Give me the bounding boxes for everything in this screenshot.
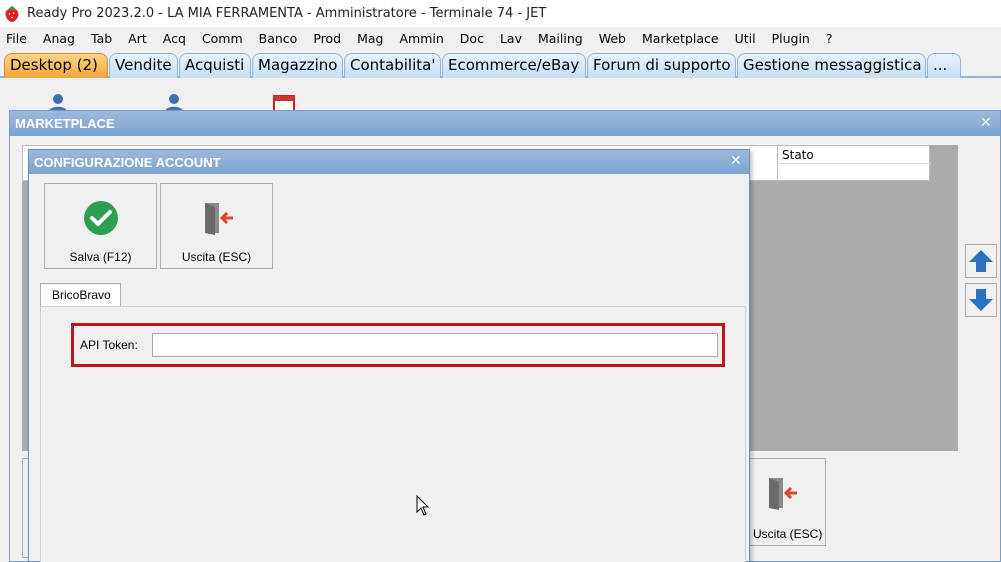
menu-lav[interactable]: Lav	[500, 31, 522, 46]
menu-web[interactable]: Web	[599, 31, 626, 46]
save-button[interactable]: Salva (F12)	[44, 183, 157, 269]
move-down-button[interactable]	[965, 283, 997, 317]
menu-mailing[interactable]: Mailing	[538, 31, 583, 46]
calendar-icon[interactable]	[272, 92, 296, 112]
menu-acq[interactable]: Acq	[163, 31, 186, 46]
mouse-cursor-icon	[416, 495, 430, 516]
menu-doc[interactable]: Doc	[460, 31, 484, 46]
tab-desktop[interactable]: Desktop (2)	[4, 53, 108, 78]
arrow-down-icon	[969, 289, 993, 311]
tab-magazzino[interactable]: Magazzino	[252, 53, 343, 78]
main-tab-bar: Desktop (2) Vendite Acquisti Magazzino C…	[0, 49, 1001, 78]
marketplace-close-icon[interactable]: ✕	[980, 115, 992, 131]
menu-plugin[interactable]: Plugin	[772, 31, 810, 46]
menu-mag[interactable]: Mag	[357, 31, 383, 46]
exit-button[interactable]: Uscita (ESC)	[160, 183, 273, 269]
tab-acquisti[interactable]: Acquisti	[179, 53, 251, 78]
arrow-up-icon	[969, 250, 993, 272]
menu-help[interactable]: ?	[826, 31, 833, 46]
marketplace-exit-label: Uscita (ESC)	[753, 527, 823, 541]
grid-row-cell[interactable]	[777, 164, 931, 182]
title-bar: Ready Pro 2023.2.0 - LA MIA FERRAMENTA -…	[0, 0, 1001, 27]
dialog-title: CONFIGURAZIONE ACCOUNT	[29, 150, 749, 174]
tab-gestione-messaggistica[interactable]: Gestione messaggistica	[737, 53, 926, 78]
api-token-label: API Token:	[80, 338, 138, 352]
window-title: Ready Pro 2023.2.0 - LA MIA FERRAMENTA -…	[27, 6, 547, 21]
strawberry-app-icon	[5, 5, 19, 22]
menu-anag[interactable]: Anag	[43, 31, 75, 46]
grid-column-stato[interactable]: Stato	[777, 146, 931, 164]
user-icon[interactable]	[46, 92, 70, 112]
tab-vendite[interactable]: Vendite	[109, 53, 178, 78]
marketplace-exit-button[interactable]: Uscita (ESC)	[740, 458, 826, 546]
menu-ammin[interactable]: Ammin	[399, 31, 443, 46]
configurazione-account-dialog: CONFIGURAZIONE ACCOUNT ✕ Salva (F12) Usc…	[28, 149, 750, 562]
menu-bar: File Anag Tab Art Acq Comm Banco Prod Ma…	[0, 27, 1001, 49]
user-icon[interactable]	[162, 92, 186, 112]
tab-contabilita[interactable]: Contabilita'	[344, 53, 441, 78]
tab-more[interactable]: ...	[927, 53, 961, 78]
check-circle-icon	[83, 201, 118, 235]
menu-comm[interactable]: Comm	[202, 31, 243, 46]
exit-door-icon	[769, 478, 797, 510]
save-button-label: Salva (F12)	[69, 250, 132, 264]
tab-ecommerce-ebay[interactable]: Ecommerce/eBay	[442, 53, 586, 78]
dialog-close-icon[interactable]: ✕	[730, 153, 742, 169]
move-up-button[interactable]	[965, 244, 997, 278]
menu-file[interactable]: File	[6, 31, 27, 46]
menu-prod[interactable]: Prod	[313, 31, 341, 46]
exit-button-label: Uscita (ESC)	[181, 250, 252, 264]
tab-forum-supporto[interactable]: Forum di supporto	[587, 53, 736, 78]
menu-tab[interactable]: Tab	[91, 31, 112, 46]
menu-util[interactable]: Util	[735, 31, 756, 46]
api-token-input[interactable]	[152, 333, 718, 357]
marketplace-title: MARKETPLACE	[10, 111, 1000, 136]
tab-bricobravo[interactable]: BricoBravo	[40, 283, 121, 307]
menu-art[interactable]: Art	[128, 31, 147, 46]
exit-door-icon	[204, 203, 233, 235]
menu-banco[interactable]: Banco	[259, 31, 298, 46]
menu-marketplace[interactable]: Marketplace	[642, 31, 719, 46]
